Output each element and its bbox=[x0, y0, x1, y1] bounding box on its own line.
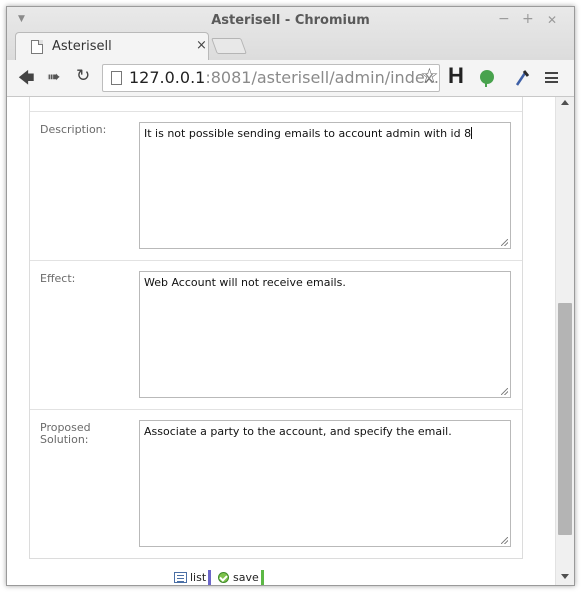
tab-label: Asterisell bbox=[52, 39, 112, 54]
resize-grip-icon[interactable] bbox=[501, 388, 508, 395]
effect-label-text: Effect: bbox=[40, 272, 76, 285]
browser-window: ▼ Asterisell - Chromium − + ✕ Asterisell… bbox=[6, 6, 575, 586]
proposed-solution-textarea[interactable]: Associate a party to the account, and sp… bbox=[139, 420, 511, 547]
bookmark-star-icon[interactable]: ☆ bbox=[420, 64, 439, 88]
issue-form: Description: It is not possible sending … bbox=[29, 97, 523, 559]
effect-value: Web Account will not receive emails. bbox=[144, 276, 346, 289]
description-label: Description: bbox=[40, 124, 106, 136]
close-window-button[interactable]: ✕ bbox=[547, 13, 557, 27]
description-label-text: Description: bbox=[40, 123, 107, 136]
proposed-solution-label-line2: Solution: bbox=[40, 433, 89, 446]
window-title: Asterisell - Chromium bbox=[211, 13, 370, 28]
page-icon bbox=[111, 71, 122, 85]
minimize-button[interactable]: − bbox=[498, 11, 510, 27]
page-viewport: Description: It is not possible sending … bbox=[7, 97, 555, 585]
page-icon bbox=[31, 40, 43, 54]
h-extension-icon[interactable]: H bbox=[448, 63, 464, 89]
vertical-scrollbar[interactable] bbox=[555, 97, 574, 585]
button-separator bbox=[261, 570, 264, 585]
proposed-solution-label: Proposed Solution: bbox=[40, 422, 91, 446]
resize-grip-icon[interactable] bbox=[501, 239, 508, 246]
description-textarea[interactable]: It is not possible sending emails to acc… bbox=[139, 122, 511, 249]
proposed-solution-value: Associate a party to the account, and sp… bbox=[144, 425, 452, 438]
scroll-up-arrow-icon[interactable] bbox=[561, 100, 569, 105]
tab-close-icon[interactable]: × bbox=[196, 38, 207, 53]
url-text: 127.0.0.1:8081/asterisell/admin/index. bbox=[129, 68, 439, 87]
scrollbar-thumb[interactable] bbox=[558, 303, 572, 535]
eyedropper-extension-icon[interactable] bbox=[514, 68, 530, 88]
row-divider bbox=[30, 409, 522, 410]
tab-asterisell[interactable]: Asterisell × bbox=[15, 32, 209, 61]
browser-toolbar: 🡄 ➠ ↻ 127.0.0.1:8081/asterisell/admin/in… bbox=[7, 60, 574, 97]
save-button[interactable]: save bbox=[217, 570, 264, 585]
scroll-down-arrow-icon[interactable] bbox=[561, 574, 569, 579]
effect-textarea[interactable]: Web Account will not receive emails. bbox=[139, 271, 511, 398]
button-separator bbox=[208, 570, 211, 585]
list-icon bbox=[174, 572, 187, 583]
back-arrow-icon[interactable]: 🡄 bbox=[18, 67, 35, 94]
resize-grip-icon[interactable] bbox=[501, 537, 508, 544]
list-button-label: list bbox=[190, 571, 207, 584]
url-path: :8081/asterisell/admin/index. bbox=[205, 68, 439, 87]
forward-arrow-icon[interactable]: ➠ bbox=[47, 67, 60, 86]
maximize-button[interactable]: + bbox=[522, 11, 534, 27]
green-leaf-extension-icon[interactable] bbox=[480, 70, 494, 87]
hamburger-menu-icon[interactable] bbox=[545, 72, 558, 83]
url-host: 127.0.0.1 bbox=[129, 68, 206, 87]
check-circle-icon bbox=[218, 572, 229, 583]
save-button-label: save bbox=[233, 571, 259, 584]
address-bar[interactable]: 127.0.0.1:8081/asterisell/admin/index. bbox=[102, 64, 440, 92]
title-bar: ▼ Asterisell - Chromium − + ✕ Asterisell… bbox=[7, 7, 574, 61]
reload-icon[interactable]: ↻ bbox=[76, 66, 90, 86]
description-value: It is not possible sending emails to acc… bbox=[144, 127, 472, 140]
row-divider bbox=[30, 111, 522, 112]
new-tab-button[interactable] bbox=[211, 38, 247, 54]
list-button[interactable]: list bbox=[173, 570, 211, 585]
text-caret bbox=[471, 127, 473, 139]
effect-label: Effect: bbox=[40, 273, 75, 285]
row-divider bbox=[30, 260, 522, 261]
